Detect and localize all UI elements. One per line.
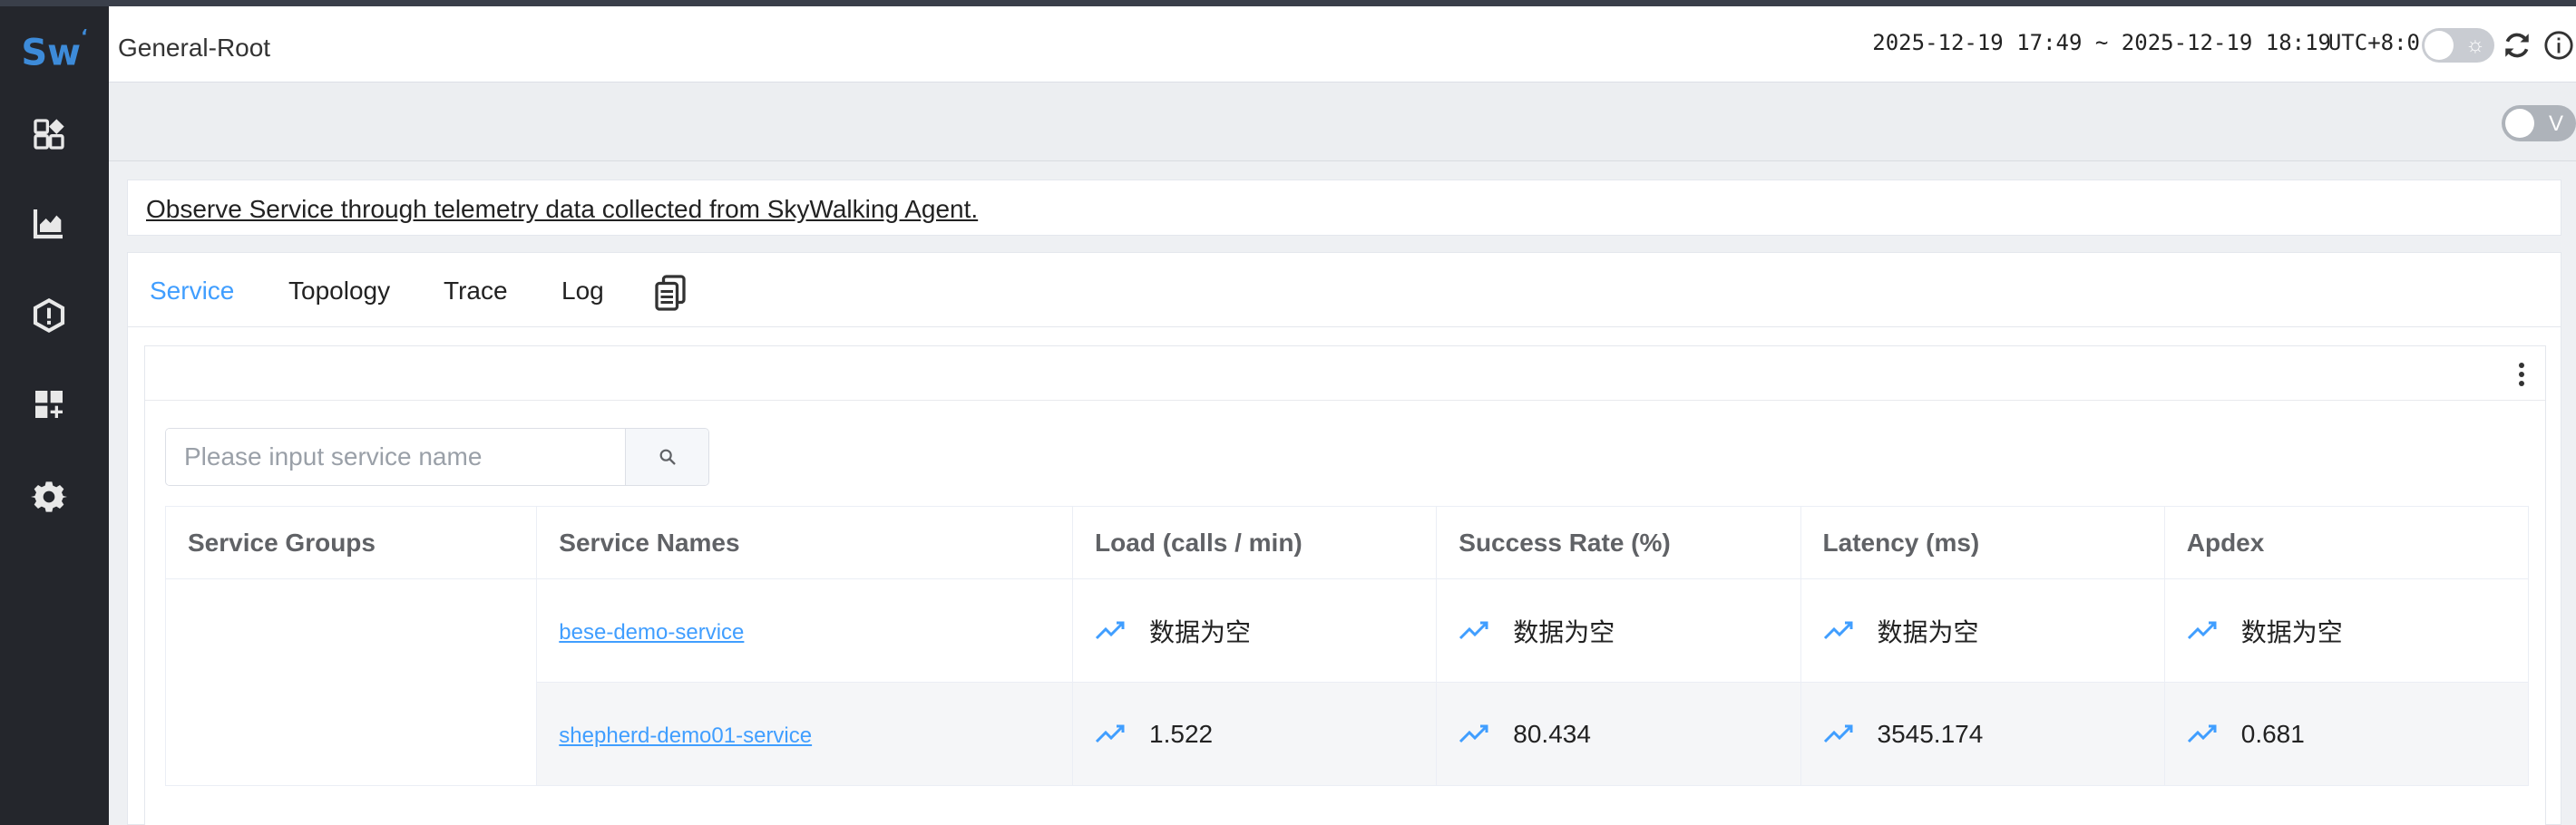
sidebar-item-settings[interactable] xyxy=(27,475,71,519)
tab-topology[interactable]: Topology xyxy=(288,277,390,306)
sidebar-item-alerting[interactable] xyxy=(27,294,71,337)
tab-bar: Service Topology Trace Log xyxy=(128,253,2561,327)
add-widget-icon xyxy=(35,391,63,418)
theme-toggle[interactable]: ☼ xyxy=(2422,28,2494,63)
time-range-picker[interactable]: 2025-12-19 17:49 ~ 2025-12-19 18:19 xyxy=(1872,30,2331,55)
skywalking-logo[interactable]: Sw‘ xyxy=(16,18,93,73)
alert-icon xyxy=(33,297,65,334)
widget-header xyxy=(145,346,2545,401)
latency-cell[interactable]: 3545.174 xyxy=(1800,682,2165,786)
column-header: Load (calls / min) xyxy=(1072,506,1438,579)
trend-line-icon xyxy=(1459,724,1488,742)
metric-value: 3545.174 xyxy=(1877,719,1984,748)
sidebar: Sw‘ xyxy=(0,0,109,825)
copy-document-icon[interactable] xyxy=(654,275,687,311)
dashboard-toolbar: V xyxy=(109,82,2576,161)
sidebar-item-metrics[interactable] xyxy=(27,201,71,245)
column-header: Latency (ms) xyxy=(1800,506,2165,579)
service-name-cell: shepherd-demo01-service xyxy=(536,682,1074,786)
info-icon[interactable] xyxy=(2543,30,2574,61)
dashboard-icon xyxy=(34,119,64,150)
tab-log[interactable]: Log xyxy=(561,277,604,306)
sidebar-item-marketplace[interactable] xyxy=(27,383,71,426)
toggle-knob xyxy=(2425,31,2454,60)
trend-line-icon xyxy=(1823,621,1853,639)
trend-line-icon xyxy=(2187,621,2217,639)
search-button[interactable] xyxy=(625,429,708,485)
search-input[interactable] xyxy=(166,429,625,485)
apdex-cell[interactable]: 0.681 xyxy=(2163,682,2530,786)
table-row: bese-demo-service 数据为空 数据为空 数据为空 数据为空 xyxy=(164,578,2530,786)
sun-icon: ☼ xyxy=(2465,33,2485,57)
search-icon xyxy=(659,449,676,465)
sidebar-item-dashboard[interactable] xyxy=(27,112,71,156)
metric-value: 1.522 xyxy=(1149,719,1214,748)
apdex-cell[interactable]: 数据为空 xyxy=(2163,578,2530,683)
trend-line-icon xyxy=(1823,724,1853,742)
trend-line-icon xyxy=(1459,621,1488,639)
description-text[interactable]: Observe Service through telemetry data c… xyxy=(146,195,978,224)
service-name-cell: bese-demo-service xyxy=(536,578,1074,683)
metric-value: 数据为空 xyxy=(2240,617,2343,646)
edit-mode-toggle[interactable]: V xyxy=(2502,105,2576,141)
metric-value: 数据为空 xyxy=(1513,617,1615,646)
trend-line-icon xyxy=(1095,621,1125,639)
column-header: Apdex xyxy=(2163,506,2530,579)
service-search xyxy=(165,428,709,486)
service-list-widget: Service Groups Service Names Load (calls… xyxy=(144,345,2546,825)
service-panel: Service Topology Trace Log Please input … xyxy=(127,252,2561,825)
top-header: General-Root 2025-12-19 17:49 ~ 2025-12-… xyxy=(109,6,2576,82)
table-header-row: Service Groups Service Names Load (calls… xyxy=(164,506,2530,579)
settings-icon xyxy=(31,481,67,512)
timezone-label[interactable]: UTC+8:0 xyxy=(2328,30,2420,55)
page-title: General-Root xyxy=(118,34,271,62)
column-header: Service Names xyxy=(536,506,1074,579)
metric-value: 80.434 xyxy=(1513,719,1591,748)
toggle-knob xyxy=(2505,109,2534,138)
load-cell[interactable]: 1.522 xyxy=(1072,682,1438,786)
window-top-border xyxy=(0,0,2576,6)
more-vertical-icon[interactable] xyxy=(2513,361,2531,388)
column-header: Service Groups xyxy=(164,506,538,579)
trend-line-icon xyxy=(2187,724,2217,742)
toggle-label: V xyxy=(2548,112,2563,136)
tab-service[interactable]: Service xyxy=(150,277,234,306)
metric-value: 数据为空 xyxy=(1877,617,1979,646)
chart-icon xyxy=(33,209,63,239)
trend-line-icon xyxy=(1095,724,1125,742)
service-link[interactable]: bese-demo-service xyxy=(559,620,744,645)
refresh-icon[interactable] xyxy=(2502,30,2532,61)
service-group-cell xyxy=(164,578,538,786)
description-card: Observe Service through telemetry data c… xyxy=(127,180,2561,236)
success-rate-cell[interactable]: 数据为空 xyxy=(1436,578,1801,683)
service-table: Service Groups Service Names Load (calls… xyxy=(164,506,2530,786)
load-cell[interactable]: 数据为空 xyxy=(1072,578,1438,683)
latency-cell[interactable]: 数据为空 xyxy=(1800,578,2165,683)
tab-trace[interactable]: Trace xyxy=(444,277,508,306)
metric-value: 0.681 xyxy=(2240,719,2305,748)
service-link[interactable]: shepherd-demo01-service xyxy=(559,723,812,748)
success-rate-cell[interactable]: 80.434 xyxy=(1436,682,1801,786)
metric-value: 数据为空 xyxy=(1149,617,1252,646)
column-header: Success Rate (%) xyxy=(1436,506,1801,579)
